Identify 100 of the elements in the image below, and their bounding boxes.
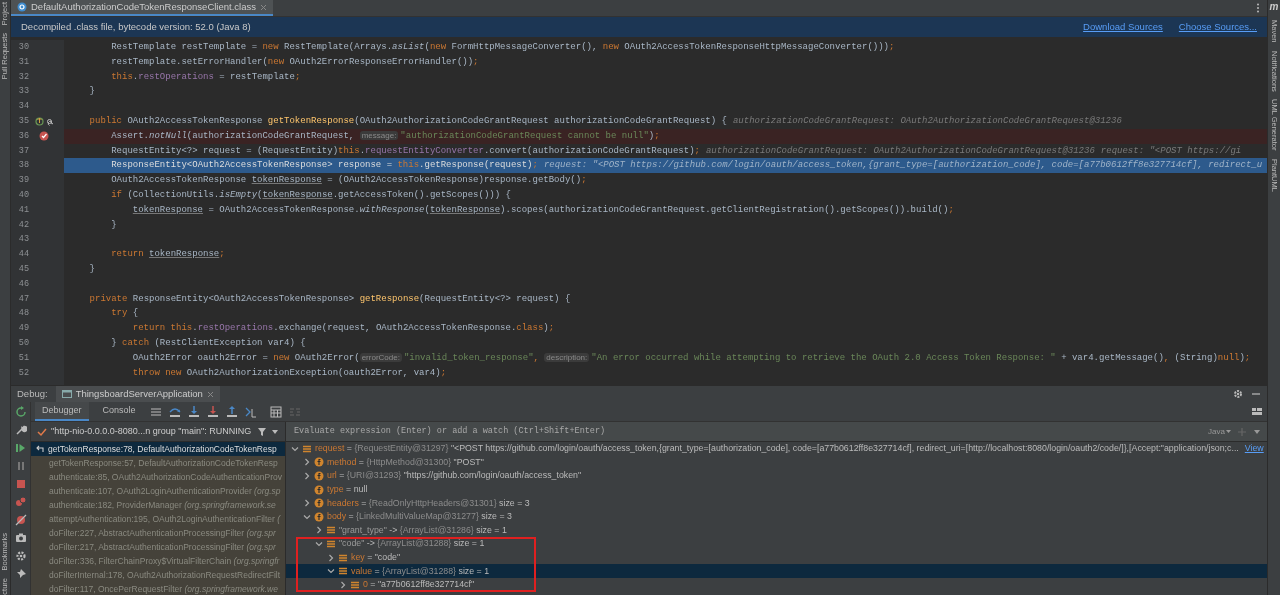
- stack-frame[interactable]: authenticate:107, OAuth2LoginAuthenticationProvider (org.sp: [31, 484, 285, 498]
- mute-breakpoints-icon[interactable]: [14, 514, 27, 526]
- collapsed-icon[interactable]: [326, 553, 335, 562]
- editor-tab[interactable]: DefaultAuthorizationCodeTokenResponseClient.class: [11, 0, 273, 16]
- code-line: RequestEntity<?> request = (RequestEntity)this.requestEntityConverter.convert(authorizationCodeGrantRequest); authorizationCodeGrantRequest: OAuth2AuthorizationCodeGrantRequest@31236 request: "<POST https://gi: [110, 144, 1243, 158]
- code-line: OAuth2Error oauth2Error = new OAuth2Error( errorCode: "invalid_token_response", description: "An error occurred while attempting to retrieve the OAuth 2.0 Access Token Response: " + var4.getMessage(), (String)null);: [131, 351, 1252, 365]
- camera-icon[interactable]: [14, 532, 27, 544]
- panel-tab[interactable]: Console: [95, 402, 143, 421]
- line-number: 48: [17, 307, 29, 321]
- layout-icon[interactable]: [1251, 405, 1263, 418]
- class-file-icon: [17, 2, 27, 12]
- variable-row[interactable]: 0 = "a77b0612ff8e327714cf": [286, 577, 1267, 592]
- code-line: RestTemplate restTemplate = new RestTemplate(Arrays.asList(new FormHttpMessageConverter(), new OAuth2AccessTokenResponseHttpMessageConverter()));: [110, 41, 896, 54]
- session-tab[interactable]: ThingsboardServerApplication: [55, 386, 220, 402]
- close-icon[interactable]: [206, 390, 214, 398]
- collapsed-icon[interactable]: [338, 580, 347, 589]
- list-icon: [302, 443, 312, 454]
- step-out-icon[interactable]: [225, 405, 238, 418]
- view-link[interactable]: View: [1244, 442, 1264, 456]
- collapsed-icon[interactable]: [302, 499, 311, 508]
- line-number: 42: [17, 218, 29, 232]
- variable-row[interactable]: headers = {ReadOnlyHttpHeaders@31301} size = 3: [286, 496, 1267, 510]
- expanded-icon[interactable]: [314, 539, 323, 548]
- list-icon: [338, 566, 348, 577]
- collapsed-icon[interactable]: [302, 472, 311, 480]
- stack-frame[interactable]: doFilter:117, OncePerRequestFilter (org.springframework.we: [31, 582, 285, 595]
- evaluate-icon[interactable]: [269, 405, 282, 418]
- variable-row[interactable]: body = {LinkedMultiValueMap@31277} size = 3: [286, 509, 1267, 524]
- stop-icon[interactable]: [14, 478, 27, 490]
- variable-row[interactable]: value = {ArrayList@31288} size = 1: [286, 564, 1267, 578]
- evaluate-field[interactable]: Evaluate expression (Enter) or add a watch (Ctrl+Shift+Enter) Java: [286, 422, 1267, 442]
- stack-frame[interactable]: getTokenResponse:57, DefaultAuthorizationCodeTokenResp: [31, 456, 285, 470]
- return-arrow-icon: [35, 444, 45, 454]
- collapsed-icon[interactable]: [314, 526, 323, 535]
- check-icon: [37, 426, 47, 437]
- expanded-icon[interactable]: [302, 512, 311, 521]
- code-line: if (CollectionUtils.isEmpty(tokenResponse.getAccessToken().getScopes())) {: [110, 188, 512, 202]
- close-icon[interactable]: [259, 3, 267, 11]
- wrench-icon[interactable]: [14, 424, 27, 436]
- breakpoints-icon[interactable]: [14, 496, 27, 508]
- code-line: try {: [110, 307, 140, 321]
- caret-icon[interactable]: [1253, 427, 1261, 436]
- caret-icon[interactable]: [271, 427, 279, 436]
- code-line: private ResponseEntity<OAuth2AccessTokenResponse> getResponse(RequestEntity<?> request) {: [88, 292, 572, 306]
- filter-icon[interactable]: [257, 426, 267, 437]
- line-number: 41: [17, 203, 29, 217]
- banner-link[interactable]: Download Sources: [1083, 19, 1163, 35]
- line-number: 30: [17, 41, 29, 54]
- variable-row[interactable]: key = "code": [286, 550, 1267, 565]
- code-line: tokenResponse = OAuth2AccessTokenResponse.withResponse(tokenResponse).scopes(authorizationCodeGrantRequest.getClientRegistration().getScopes()).build();: [131, 203, 955, 217]
- stack-frame[interactable]: authenticate:182, ProviderManager (org.springframework.se: [31, 498, 285, 512]
- step-into-icon[interactable]: [187, 405, 200, 418]
- settings-icon[interactable]: [14, 550, 27, 562]
- expanded-icon[interactable]: [290, 444, 299, 453]
- code-line: }: [110, 218, 118, 232]
- line-number: 40: [17, 189, 29, 202]
- stack-frame[interactable]: authenticate:85, OAuth2AuthorizationCodeAuthenticationProv: [31, 470, 285, 484]
- line-number: 45: [17, 262, 29, 276]
- variable-row[interactable]: type = null: [286, 482, 1267, 497]
- maven-logo[interactable]: m: [1269, 2, 1279, 12]
- more-icon[interactable]: [1255, 2, 1261, 14]
- code-line: OAuth2AccessTokenResponse tokenResponse = (OAuth2AccessTokenResponse)response.getBody();: [110, 174, 588, 188]
- force-step-into-icon[interactable]: [206, 405, 219, 418]
- menu-icon[interactable]: [149, 405, 162, 418]
- variable-row[interactable]: url = {URI@31293} "https://github.com/login/oauth/access_token": [286, 469, 1267, 483]
- line-number: 51: [17, 351, 29, 365]
- variable-row[interactable]: request = {RequestEntity@31297} "<POST https://github.com/login/oauth/access_token,{grant_type=[authorization_code], code=[a77b0612ff8e327714cf], redirect_uri=[http://localhost:8080/login/oauth2/code/]},[Accept:"application/json;c... View: [286, 442, 1267, 456]
- stack-frame[interactable]: doFilterInternal:178, OAuth2AuthorizationRequestRedirectFilt: [31, 568, 285, 582]
- banner-link[interactable]: Choose Sources...: [1178, 19, 1257, 35]
- stack-frame[interactable]: doFilter:336, FilterChainProxy$VirtualFilterChain (org.springfr: [31, 554, 285, 568]
- language-selector[interactable]: Java: [1208, 425, 1231, 438]
- code-line: this.restOperations = restTemplate;: [110, 70, 302, 84]
- stack-frame[interactable]: getTokenResponse:78, DefaultAuthorizationCodeTokenResp: [31, 442, 285, 456]
- code-line: return this.restOperations.exchange(request, OAuth2AccessTokenResponse.class);: [131, 322, 556, 336]
- run-to-cursor-icon[interactable]: [244, 405, 257, 418]
- expanded-icon[interactable]: [326, 567, 335, 576]
- variable-row[interactable]: method = {HttpMethod@31300} "POST": [286, 455, 1267, 470]
- settings-icon[interactable]: [1233, 389, 1243, 399]
- panel-label: Debug:: [17, 386, 48, 401]
- code-line: }: [88, 262, 96, 276]
- stack-frame[interactable]: attemptAuthentication:195, OAuth2LoginAuthenticationFilter (: [31, 512, 285, 526]
- step-over-icon[interactable]: [168, 405, 181, 418]
- stack-frame[interactable]: doFilter:227, AbstractAuthenticationProcessingFilter (org.spr: [31, 526, 285, 540]
- code-line: restTemplate.setErrorHandler(new OAuth2ErrorResponseErrorHandler());: [110, 55, 480, 69]
- field-icon: [314, 457, 324, 468]
- variable-row[interactable]: "grant_type" -> {ArrayList@31286} size = 1: [286, 523, 1267, 538]
- line-number: 50: [17, 336, 29, 350]
- variable-row[interactable]: "code" -> {ArrayList@31288} size = 1: [286, 537, 1267, 551]
- line-number: 46: [17, 277, 29, 291]
- thread-name: "http-nio-0.0.0.0-8080...n group "main": RUNNING: [51, 424, 253, 438]
- panel-tab[interactable]: Debugger: [35, 402, 89, 421]
- field-icon: [314, 511, 324, 522]
- list-icon: [350, 579, 360, 590]
- line-number: 38: [17, 159, 29, 173]
- resume-icon[interactable]: [14, 442, 27, 454]
- stack-frame[interactable]: doFilter:217, AbstractAuthenticationProcessingFilter (org.spr: [31, 540, 285, 554]
- override-markers[interactable]: [34, 116, 54, 126]
- rerun-icon[interactable]: [14, 406, 27, 418]
- line-number: 34: [17, 100, 29, 113]
- collapsed-icon[interactable]: [302, 458, 311, 467]
